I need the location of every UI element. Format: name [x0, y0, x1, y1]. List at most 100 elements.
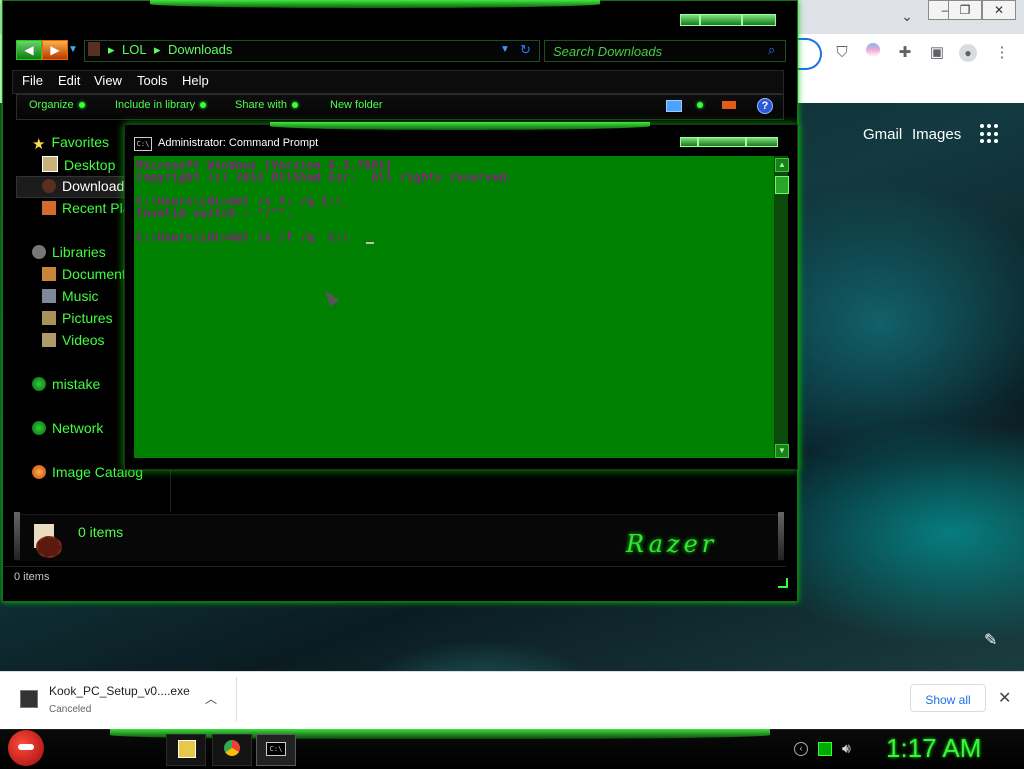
download-file-name[interactable]: Kook_PC_Setup_v0....exe: [49, 684, 190, 698]
search-input[interactable]: [553, 43, 753, 59]
folder-icon: [88, 42, 100, 56]
dropdown-dot-icon: [200, 102, 207, 109]
documents-icon: [42, 267, 56, 281]
search-box[interactable]: [544, 40, 786, 62]
menu-bar: [12, 70, 784, 94]
cmd-close-button[interactable]: [746, 137, 778, 147]
new-folder-button[interactable]: New folder: [330, 99, 383, 111]
console-line: Copyright (c) 2012 DllShad Ezr. All righ…: [136, 170, 514, 184]
explorer-maximize-button[interactable]: [700, 14, 742, 26]
address-history-chevron-icon[interactable]: ▼: [500, 44, 510, 55]
nav-desktop[interactable]: Desktop: [42, 156, 115, 173]
text-cursor: [366, 242, 374, 244]
recent-places-icon: [42, 201, 56, 215]
menu-help[interactable]: Help: [182, 73, 209, 88]
chevron-up-icon[interactable]: ︿: [205, 690, 217, 707]
nav-music-label: Music: [62, 288, 99, 304]
nav-downloads[interactable]: Downloads: [42, 178, 131, 194]
sidepanel-icon[interactable]: ▣: [927, 43, 947, 63]
window-glow-decoration: [270, 122, 650, 130]
cmd-maximize-button[interactable]: [698, 137, 746, 147]
nav-downloads-label: Downloads: [62, 178, 132, 194]
nav-homegroup[interactable]: mistake: [32, 376, 100, 392]
nav-pictures-label: Pictures: [62, 310, 113, 326]
folder-icon: [30, 520, 62, 558]
profile-color-icon[interactable]: [863, 43, 883, 63]
address-separator: ▸: [108, 42, 115, 57]
nav-documents[interactable]: Document: [42, 266, 126, 282]
volume-icon[interactable]: 🔊︎: [842, 740, 851, 757]
include-in-library-label: Include in library: [115, 99, 196, 111]
puzzle-icon[interactable]: ✚: [895, 43, 915, 63]
cmd-icon[interactable]: C:\: [134, 137, 152, 151]
pencil-icon[interactable]: ✎: [984, 630, 997, 650]
music-icon: [42, 289, 56, 303]
nav-homegroup-label: mistake: [52, 376, 101, 392]
search-icon[interactable]: ⌕: [768, 42, 775, 58]
menu-tools[interactable]: Tools: [137, 73, 167, 88]
pane-divider[interactable]: [170, 470, 171, 512]
cmd-minimize-button[interactable]: [680, 137, 698, 147]
exe-file-icon: [20, 690, 38, 708]
change-view-icon[interactable]: [666, 100, 682, 112]
nav-network[interactable]: Network: [32, 420, 103, 436]
breadcrumb-downloads[interactable]: Downloads: [168, 42, 232, 57]
share-with-label: Share with: [235, 99, 287, 111]
refresh-icon[interactable]: ↻: [520, 42, 531, 58]
console-scrollbar[interactable]: [774, 156, 788, 458]
network-icon: [32, 421, 46, 435]
chrome-close-button[interactable]: ✕: [982, 0, 1016, 20]
nav-recent-places[interactable]: Recent Pla: [42, 200, 130, 216]
breadcrumb-lol[interactable]: LOL: [122, 42, 147, 57]
menu-file[interactable]: File: [22, 73, 43, 88]
address-separator: ▸: [154, 42, 161, 57]
menu-edit[interactable]: Edit: [58, 73, 80, 88]
menu-view[interactable]: View: [94, 73, 122, 88]
ublock-icon[interactable]: ⛉: [832, 43, 852, 63]
resize-grip-icon[interactable]: [778, 578, 788, 588]
chrome-restore-button[interactable]: ❐: [948, 0, 982, 20]
explorer-minimize-button[interactable]: [680, 14, 700, 26]
taskbar-glow-decoration: [110, 729, 770, 739]
dropdown-dot-icon: [78, 102, 85, 109]
libraries-icon: [32, 245, 46, 259]
details-item-count: 0 items: [78, 524, 124, 540]
account-icon[interactable]: ●: [958, 43, 978, 63]
address-bar[interactable]: [84, 40, 540, 62]
images-link[interactable]: Images: [912, 126, 961, 143]
explorer-close-button[interactable]: [742, 14, 776, 26]
google-apps-icon[interactable]: [980, 124, 1000, 144]
window-glow-decoration: [150, 0, 600, 8]
scroll-up-button[interactable]: ▲: [775, 158, 789, 172]
close-icon[interactable]: ✕: [998, 688, 1011, 708]
nav-music[interactable]: Music: [42, 288, 99, 304]
nav-favorites-label: Favorites: [51, 134, 110, 150]
help-icon[interactable]: ?: [757, 98, 773, 114]
nav-libraries[interactable]: Libraries: [32, 244, 106, 260]
show-all-button[interactable]: Show all: [910, 684, 986, 712]
back-button[interactable]: ◀: [16, 40, 42, 60]
console-line: C:\Users\LOL>del /s /f /q C:\: [136, 230, 350, 244]
view-options-dot-icon[interactable]: [697, 102, 703, 108]
preview-pane-icon[interactable]: [722, 101, 736, 109]
include-in-library-button[interactable]: Include in library: [115, 99, 207, 111]
share-with-button[interactable]: Share with: [235, 99, 298, 111]
videos-icon: [42, 333, 56, 347]
clock[interactable]: 1:17 AM: [886, 733, 981, 764]
forward-button[interactable]: ▶: [42, 40, 68, 60]
network-tray-icon[interactable]: [818, 742, 832, 756]
gmail-link[interactable]: Gmail: [863, 126, 902, 143]
chevron-down-icon[interactable]: ⌄: [897, 6, 917, 26]
organize-label: Organize: [29, 99, 74, 111]
organize-button[interactable]: Organize: [29, 99, 85, 111]
show-hidden-icons-icon[interactable]: ‹: [794, 742, 808, 756]
razer-logo: Razer: [626, 530, 718, 558]
recent-pages-chevron-icon[interactable]: ▼: [68, 44, 78, 55]
status-item-count: 0 items: [14, 571, 50, 583]
nav-videos[interactable]: Videos: [42, 332, 105, 348]
scroll-down-button[interactable]: ▼: [775, 444, 789, 458]
scroll-thumb[interactable]: [775, 176, 789, 194]
nav-pictures[interactable]: Pictures: [42, 310, 113, 326]
nav-favorites[interactable]: ★ Favorites: [32, 134, 110, 153]
kebab-menu-icon[interactable]: ⋮: [992, 43, 1012, 63]
